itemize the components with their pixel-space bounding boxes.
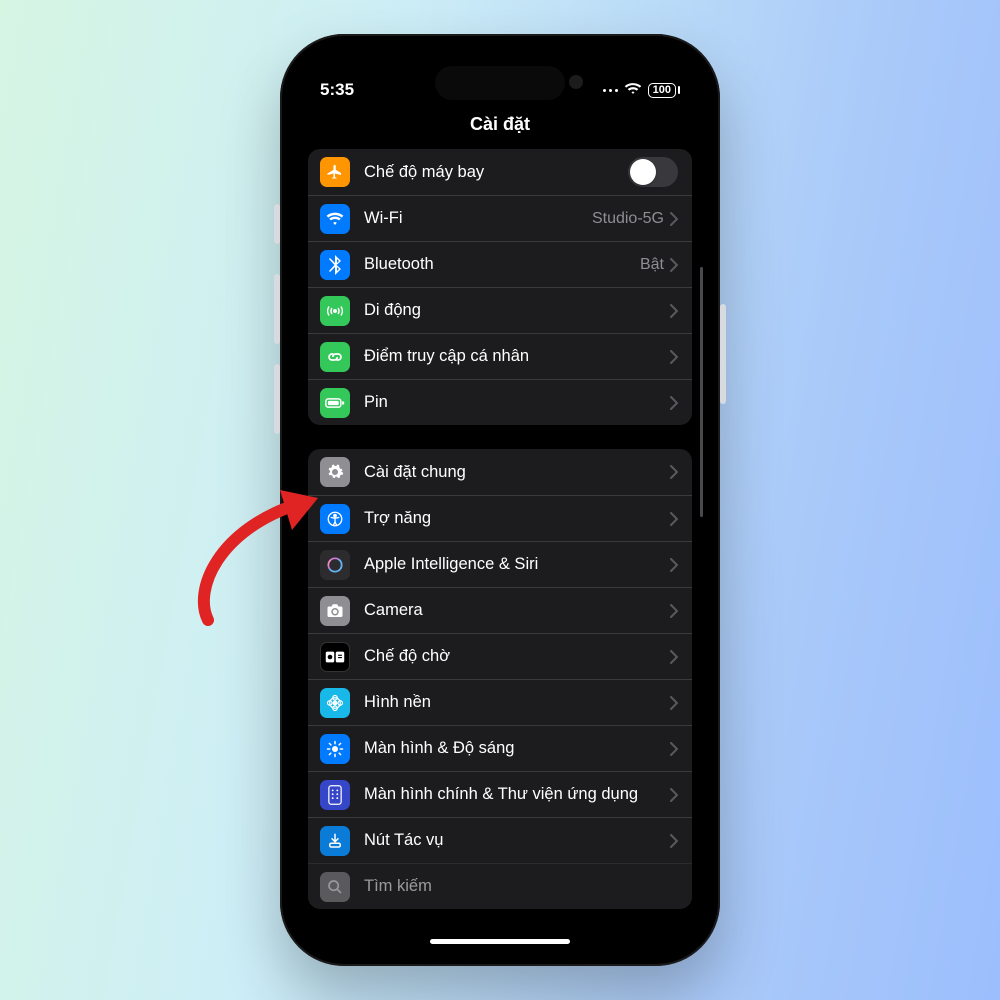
chevron-right-icon	[670, 696, 678, 710]
screen: 5:35 100 Cài đặt Chế độ máy	[294, 48, 706, 952]
wallpaper-icon	[320, 688, 350, 718]
chevron-right-icon	[670, 304, 678, 318]
battery-status: 100	[648, 83, 680, 98]
row-home-screen[interactable]: Màn hình chính & Thư viện ứng dụng	[308, 771, 692, 817]
chevron-right-icon	[670, 258, 678, 272]
airplane-toggle[interactable]	[628, 157, 678, 187]
row-wallpaper[interactable]: Hình nền	[308, 679, 692, 725]
chevron-right-icon	[670, 558, 678, 572]
row-display-brightness[interactable]: Màn hình & Độ sáng	[308, 725, 692, 771]
row-camera[interactable]: Camera	[308, 587, 692, 633]
row-label: Cài đặt chung	[364, 463, 670, 482]
chevron-right-icon	[670, 742, 678, 756]
chevron-right-icon	[670, 350, 678, 364]
row-airplane-mode[interactable]: Chế độ máy bay	[308, 149, 692, 195]
standby-icon	[320, 642, 350, 672]
row-label: Màn hình & Độ sáng	[364, 739, 670, 758]
row-siri[interactable]: Apple Intelligence & Siri	[308, 541, 692, 587]
phone-frame: 5:35 100 Cài đặt Chế độ máy	[280, 34, 720, 966]
page-title: Cài đặt	[294, 106, 706, 149]
chevron-right-icon	[670, 834, 678, 848]
gear-icon	[320, 457, 350, 487]
link-icon	[320, 342, 350, 372]
settings-group-connectivity: Chế độ máy bay Wi-Fi Studio-5G Bluetooth	[308, 149, 692, 425]
row-label: Chế độ máy bay	[364, 163, 628, 182]
chevron-right-icon	[670, 465, 678, 479]
chevron-right-icon	[670, 788, 678, 802]
row-action-button[interactable]: Nút Tác vụ	[308, 817, 692, 863]
row-standby[interactable]: Chế độ chờ	[308, 633, 692, 679]
row-label: Chế độ chờ	[364, 647, 670, 666]
homescreen-icon	[320, 780, 350, 810]
row-label: Camera	[364, 601, 670, 620]
battery-icon	[320, 388, 350, 418]
chevron-right-icon	[670, 604, 678, 618]
antenna-icon	[320, 296, 350, 326]
row-general[interactable]: Cài đặt chung	[308, 449, 692, 495]
side-button-vol-down	[274, 364, 280, 434]
siri-icon	[320, 550, 350, 580]
row-label: Pin	[364, 393, 670, 412]
row-label: Màn hình chính & Thư viện ứng dụng	[364, 785, 670, 804]
row-label: Nút Tác vụ	[364, 831, 670, 850]
status-extra-icon	[603, 89, 618, 92]
row-label: Apple Intelligence & Siri	[364, 555, 670, 574]
bluetooth-icon	[320, 250, 350, 280]
settings-group-general: Cài đặt chung Trợ năng Apple Intelligenc…	[308, 449, 692, 909]
row-battery[interactable]: Pin	[308, 379, 692, 425]
side-button-vol-up	[274, 274, 280, 344]
dynamic-island	[435, 66, 565, 100]
scrollbar[interactable]	[700, 267, 703, 517]
row-cellular[interactable]: Di động	[308, 287, 692, 333]
row-accessibility[interactable]: Trợ năng	[308, 495, 692, 541]
chevron-right-icon	[670, 212, 678, 226]
row-search[interactable]: Tìm kiếm	[308, 863, 692, 909]
status-time: 5:35	[320, 80, 354, 100]
camera-icon	[320, 596, 350, 626]
side-button-silent	[274, 204, 280, 244]
row-label: Di động	[364, 301, 670, 320]
row-detail: Studio-5G	[592, 210, 664, 228]
row-detail: Bật	[640, 256, 664, 274]
row-label: Trợ năng	[364, 509, 670, 528]
row-label: Tìm kiếm	[364, 877, 678, 896]
row-label: Bluetooth	[364, 255, 640, 274]
chevron-right-icon	[670, 396, 678, 410]
row-bluetooth[interactable]: Bluetooth Bật	[308, 241, 692, 287]
action-icon	[320, 826, 350, 856]
chevron-right-icon	[670, 650, 678, 664]
brightness-icon	[320, 734, 350, 764]
row-label: Điểm truy cập cá nhân	[364, 347, 670, 366]
side-button-power	[720, 304, 726, 404]
search-icon	[320, 872, 350, 902]
chevron-right-icon	[670, 512, 678, 526]
airplane-icon	[320, 157, 350, 187]
row-wifi[interactable]: Wi-Fi Studio-5G	[308, 195, 692, 241]
settings-scroll[interactable]: Chế độ máy bay Wi-Fi Studio-5G Bluetooth	[294, 149, 706, 952]
row-label: Wi-Fi	[364, 209, 592, 228]
wifi-status-icon	[624, 80, 642, 100]
row-personal-hotspot[interactable]: Điểm truy cập cá nhân	[308, 333, 692, 379]
battery-text: 100	[648, 83, 676, 98]
wifi-icon	[320, 204, 350, 234]
accessibility-icon	[320, 504, 350, 534]
row-label: Hình nền	[364, 693, 670, 712]
home-indicator[interactable]	[430, 939, 570, 944]
